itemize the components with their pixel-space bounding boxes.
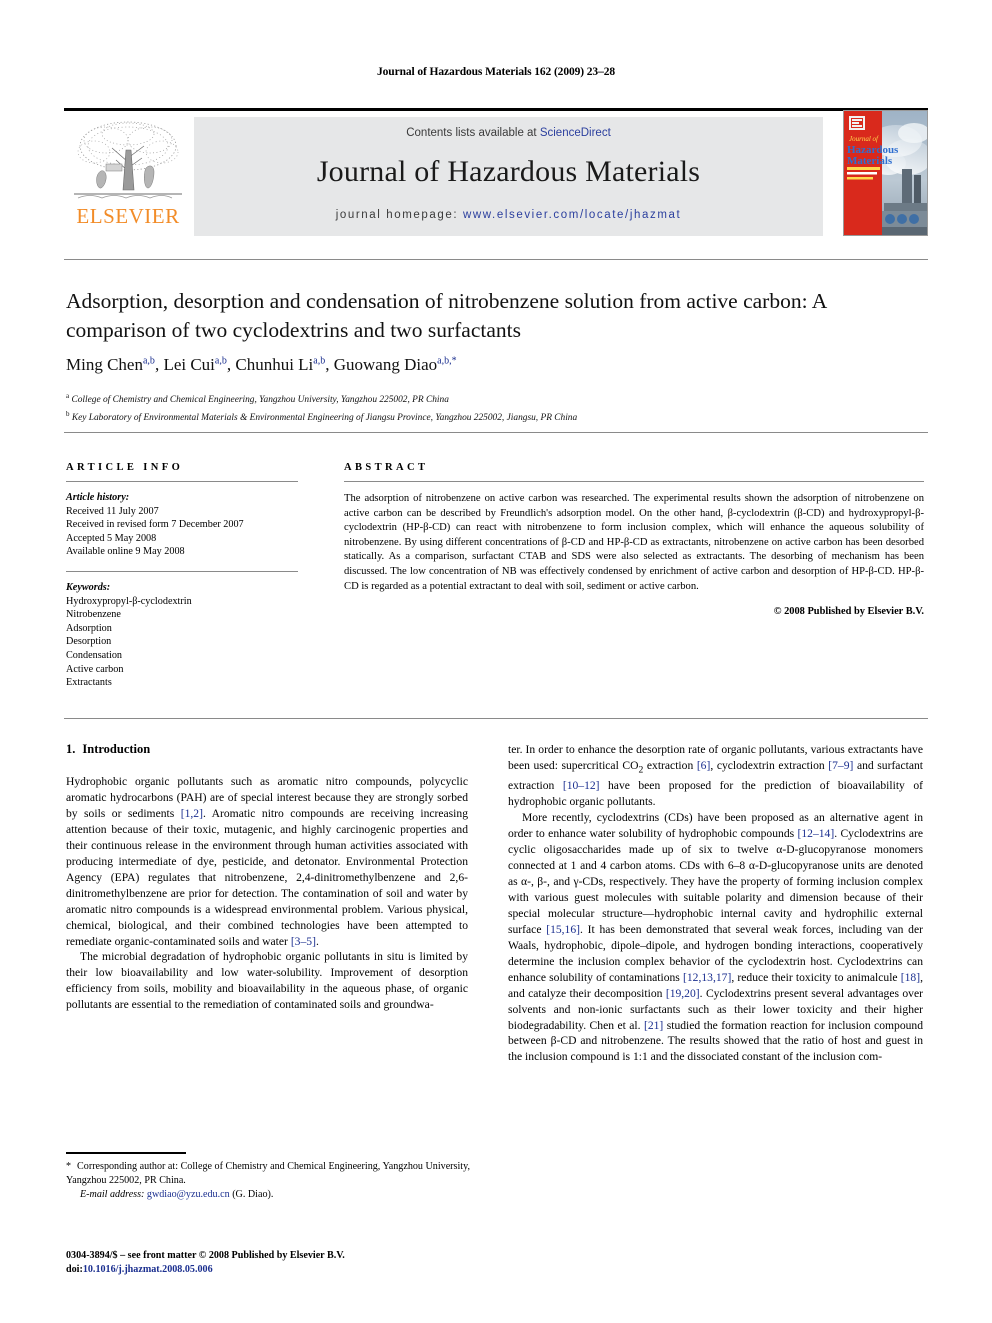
keyword-item: Hydroxypropyl-β-cyclodextrin	[66, 595, 192, 607]
elsevier-tree-icon	[74, 121, 182, 199]
abstract-text: The adsorption of nitrobenzene on active…	[344, 493, 924, 592]
email-label: E-mail address:	[80, 1188, 145, 1200]
page-title: Adsorption, desorption and condensation …	[66, 289, 827, 342]
keyword-item: Desorption	[66, 636, 112, 648]
paragraph: Hydrophobic organic pollutants such as a…	[66, 775, 468, 948]
author-list: Ming Chena,b, Lei Cuia,b, Chunhui Lia,b,…	[66, 355, 457, 374]
abstract-copyright: © 2008 Published by Elsevier B.V.	[773, 606, 924, 618]
doi-label: doi:	[66, 1264, 83, 1275]
keyword-item: Extractants	[66, 677, 112, 689]
keyword-item: Condensation	[66, 649, 123, 661]
issn-line: 0304-3894/$ – see front matter © 2008 Pu…	[66, 1250, 345, 1261]
keyword-item: Nitrobenzene	[66, 609, 121, 621]
article-info-column: ARTICLE INFO Article history: Received 1…	[66, 462, 298, 690]
history-item: Accepted 5 May 2008	[66, 532, 157, 544]
contents-list-line: Contents lists available at ScienceDirec…	[194, 127, 823, 139]
masthead-bottom-rule	[64, 259, 928, 260]
paragraph: ter. In order to enhance the desorption …	[508, 743, 923, 809]
footnote-star: *	[66, 1161, 72, 1172]
keywords-label: Keywords:	[66, 581, 111, 593]
history-item: Received 11 July 2007	[66, 505, 159, 517]
journal-masthead: ELSEVIER Contents lists available at Sci…	[64, 110, 928, 236]
running-head: Journal of Hazardous Materials 162 (2009…	[376, 66, 616, 78]
homepage-prefix: journal homepage:	[335, 209, 463, 221]
history-item: Available online 9 May 2008	[66, 546, 185, 558]
corresponding-author-text: Corresponding author at: College of Chem…	[66, 1161, 470, 1186]
cover-artwork: Journal of Hazardous Materials	[844, 111, 927, 235]
footnote-rule	[66, 1152, 186, 1154]
homepage-url-link[interactable]: www.elsevier.com/locate/jhazmat	[463, 209, 681, 221]
svg-text:Materials: Materials	[847, 155, 893, 167]
section-title: Introduction	[82, 742, 151, 756]
email-line: E-mail address: gwdiao@yzu.edu.cn (G. Di…	[66, 1188, 470, 1202]
title-block-rule	[64, 432, 928, 433]
journal-cover-thumbnail: Journal of Hazardous Materials	[843, 110, 928, 236]
section-number: 1.	[66, 742, 76, 756]
elsevier-wordmark: ELSEVIER	[76, 204, 180, 228]
affiliation-b-text: Key Laboratory of Environmental Material…	[71, 412, 578, 423]
journal-title: Journal of Hazardous Materials	[316, 155, 701, 188]
article-history-label: Article history:	[66, 492, 130, 503]
paragraph: The microbial degradation of hydrophobic…	[66, 950, 468, 1012]
journal-homepage-line: journal homepage: www.elsevier.com/locat…	[194, 209, 823, 221]
history-item: Received in revised form 7 December 2007	[66, 519, 244, 531]
abstract-heading: ABSTRACT	[344, 462, 429, 473]
footer-identifiers: 0304-3894/$ – see front matter © 2008 Pu…	[66, 1249, 496, 1277]
body-column-left: 1. Introduction Hydrophobic organic pollu…	[66, 742, 468, 1013]
sciencedirect-link[interactable]: ScienceDirect	[540, 127, 611, 139]
keywords-block: Keywords: Hydroxypropyl-β-cyclodextrin N…	[66, 581, 298, 690]
affiliation-b: b Key Laboratory of Environmental Materi…	[66, 409, 578, 423]
email-link[interactable]: gwdiao@yzu.edu.cn	[147, 1189, 230, 1200]
affiliations: a College of Chemistry and Chemical Engi…	[66, 390, 926, 425]
abstract-bottom-rule	[64, 718, 928, 719]
paragraph: More recently, cyclodextrins (CDs) have …	[508, 811, 924, 1064]
keyword-item: Active carbon	[66, 663, 124, 675]
abstract-column: ABSTRACT The adsorption of nitrobenzene …	[344, 462, 924, 617]
body-column-right: ter. In order to enhance the desorption …	[508, 742, 923, 1065]
article-history-block: Article history: Received 11 July 2007 R…	[66, 491, 298, 559]
email-attribution: (G. Diao).	[232, 1188, 274, 1200]
keywords-separator-rule	[66, 570, 298, 572]
section-heading-introduction: 1. Introduction	[66, 742, 468, 757]
journal-header-band: Contents lists available at ScienceDirec…	[194, 117, 823, 236]
contents-prefix: Contents lists available at	[406, 127, 540, 139]
elsevier-logo: ELSEVIER	[64, 116, 192, 236]
svg-text:Journal of: Journal of	[849, 135, 879, 143]
affiliation-a: a College of Chemistry and Chemical Engi…	[66, 392, 449, 406]
corresponding-author-note: * Corresponding author at: College of Che…	[66, 1160, 470, 1188]
abstract-rule	[344, 481, 924, 482]
article-info-rule	[66, 481, 298, 482]
footnote-block: * Corresponding author at: College of Che…	[66, 1160, 470, 1201]
doi-link[interactable]: 10.1016/j.jhazmat.2008.05.006	[83, 1264, 213, 1275]
affiliation-a-text: College of Chemistry and Chemical Engine…	[71, 395, 449, 406]
article-info-heading: ARTICLE INFO	[66, 462, 184, 473]
keyword-item: Adsorption	[66, 622, 112, 634]
doi-line: doi:10.1016/j.jhazmat.2008.05.006	[66, 1263, 496, 1277]
paper-page: Journal of Hazardous Materials 162 (2009…	[0, 0, 992, 1323]
